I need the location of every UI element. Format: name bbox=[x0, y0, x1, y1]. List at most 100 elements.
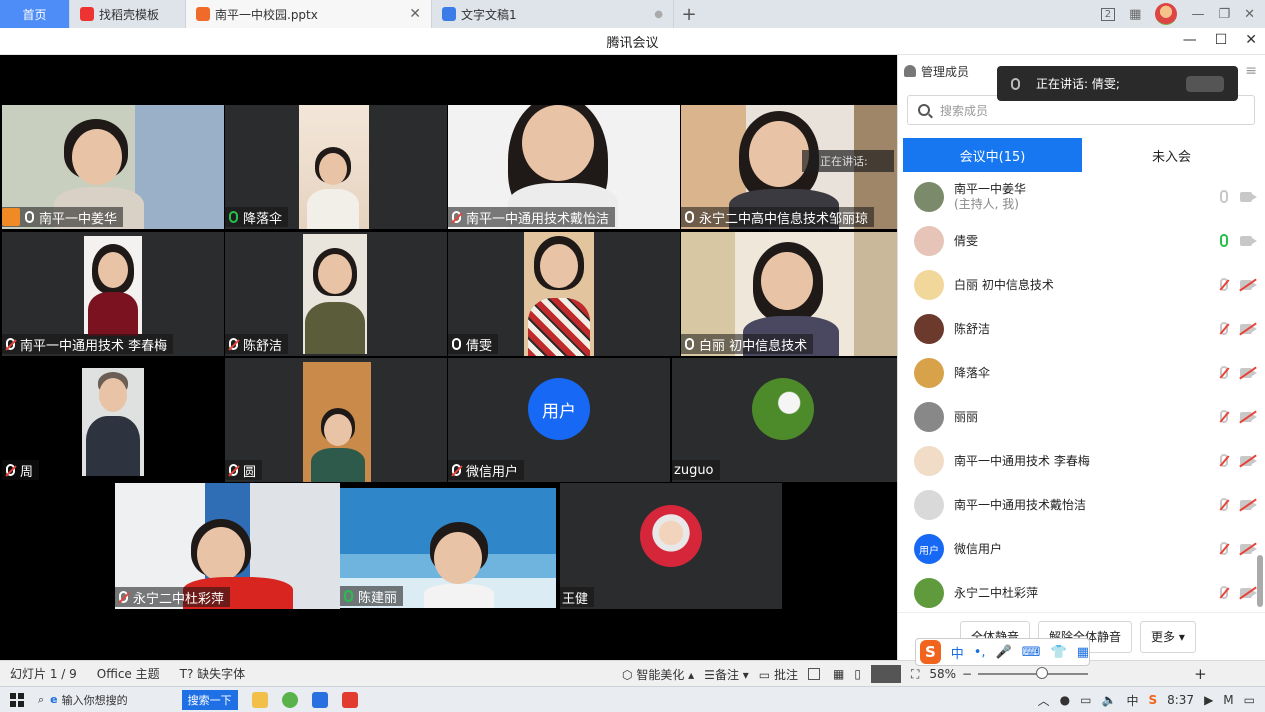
camera-icon[interactable] bbox=[1240, 368, 1257, 378]
member-row[interactable]: 南平一中姜华 (主持人, 我) bbox=[898, 175, 1265, 219]
video-tile[interactable]: 陈舒洁 bbox=[225, 232, 447, 356]
video-tile[interactable]: 用户 微信用户 bbox=[448, 358, 670, 482]
ime-mode[interactable]: 中 bbox=[951, 643, 964, 662]
mic-icon[interactable] bbox=[1220, 366, 1228, 379]
battery-icon[interactable]: ▭ bbox=[1080, 693, 1091, 707]
windows-start-icon[interactable] bbox=[10, 692, 24, 707]
mic-icon[interactable] bbox=[1220, 322, 1228, 335]
tab-in-meeting[interactable]: 会议中(15) bbox=[903, 138, 1082, 172]
video-tile[interactable]: 南平一中姜华 bbox=[2, 105, 224, 229]
notification-icon[interactable]: ▭ bbox=[1244, 693, 1255, 707]
camera-icon[interactable] bbox=[1240, 588, 1257, 598]
tray-app-icon[interactable]: ● bbox=[1060, 693, 1070, 707]
camera-icon[interactable] bbox=[1240, 500, 1257, 510]
mic-icon[interactable] bbox=[1220, 410, 1228, 423]
zoom-out-button[interactable]: − bbox=[962, 667, 972, 681]
member-row[interactable]: 降落伞 bbox=[898, 351, 1265, 395]
zoom-level[interactable]: 58% bbox=[929, 667, 956, 681]
missing-font-button[interactable]: T? 缺失字体 bbox=[170, 665, 256, 682]
skin-icon[interactable]: 👕 bbox=[1051, 645, 1067, 660]
video-tile[interactable]: 南平一中通用技术戴怡洁 bbox=[448, 105, 680, 229]
maximize-icon[interactable]: ☐ bbox=[1215, 32, 1228, 48]
reading-view-icon[interactable]: ▯ bbox=[854, 667, 861, 681]
minimize-icon[interactable]: — bbox=[1191, 7, 1204, 22]
keyboard-icon[interactable]: ⌨ bbox=[1022, 645, 1041, 660]
theme-label[interactable]: Office 主题 bbox=[87, 665, 170, 682]
browser-icon[interactable] bbox=[281, 691, 298, 708]
mic-icon[interactable] bbox=[1220, 498, 1228, 511]
close-icon[interactable]: ✕ bbox=[1245, 32, 1257, 48]
punctuation-icon[interactable]: •, bbox=[974, 645, 986, 660]
app-icon[interactable]: M bbox=[1223, 693, 1233, 707]
tab-doc[interactable]: 文字文稿1 ● bbox=[432, 0, 674, 28]
video-tile[interactable]: 圆 bbox=[225, 358, 447, 482]
voice-icon[interactable]: 🎤 bbox=[996, 645, 1012, 660]
member-row[interactable]: 南平一中通用技术 李春梅 bbox=[898, 439, 1265, 483]
new-tab-button[interactable]: + bbox=[674, 0, 704, 28]
layout-icon[interactable]: 22 bbox=[1100, 7, 1116, 21]
search-icon[interactable]: ⌕ bbox=[38, 693, 44, 707]
meeting-app-icon[interactable] bbox=[311, 691, 328, 708]
taskbar-search-input[interactable]: e 输入你想搜的 bbox=[50, 692, 127, 708]
video-tile[interactable]: 陈建丽 bbox=[340, 488, 556, 608]
member-row[interactable]: 丽丽 bbox=[898, 395, 1265, 439]
avatar[interactable] bbox=[1155, 3, 1178, 25]
camera-icon[interactable] bbox=[1240, 456, 1257, 466]
tab-home[interactable]: 首页 bbox=[0, 0, 70, 28]
scrollbar[interactable] bbox=[1257, 555, 1263, 607]
mic-icon[interactable] bbox=[1220, 542, 1228, 555]
toolbox-icon[interactable]: ▦ bbox=[1077, 645, 1089, 660]
zoom-in-button[interactable]: + bbox=[1194, 665, 1207, 683]
camera-icon[interactable] bbox=[1240, 324, 1257, 334]
member-row[interactable]: 永宁二中杜彩萍 bbox=[898, 571, 1265, 615]
more-button[interactable]: 更多 ▾ bbox=[1140, 620, 1196, 653]
mic-icon[interactable] bbox=[1220, 190, 1228, 203]
mic-icon[interactable] bbox=[1220, 454, 1228, 467]
mic-icon[interactable] bbox=[1220, 234, 1228, 247]
tab-template[interactable]: 找稻壳模板 bbox=[70, 0, 186, 28]
volume-icon[interactable]: 🔈 bbox=[1101, 693, 1116, 707]
mic-icon[interactable] bbox=[1220, 586, 1228, 599]
fit-icon[interactable]: ⛶ bbox=[911, 667, 919, 682]
tab-not-joined[interactable]: 未入会 bbox=[1082, 138, 1261, 172]
member-row[interactable]: 用户 微信用户 bbox=[898, 527, 1265, 571]
wps-icon[interactable] bbox=[341, 691, 358, 708]
chevron-up-icon[interactable]: ︿ bbox=[1038, 692, 1050, 709]
video-tile[interactable]: 倩雯 bbox=[448, 232, 680, 356]
zoom-knob[interactable] bbox=[1035, 667, 1048, 679]
sogou-logo[interactable]: S bbox=[920, 640, 941, 664]
camera-icon[interactable] bbox=[1240, 544, 1257, 554]
notes-button[interactable]: ☰备注 ▾ bbox=[704, 666, 749, 683]
media-icon[interactable]: ▶ bbox=[1204, 693, 1213, 707]
video-tile[interactable]: 永宁二中杜彩萍 bbox=[115, 483, 340, 609]
beautify-button[interactable]: ⬡ 智能美化 ▴ bbox=[622, 666, 694, 683]
member-row[interactable]: 倩雯 bbox=[898, 219, 1265, 263]
close-icon[interactable]: ✕ bbox=[409, 6, 421, 22]
mic-icon[interactable] bbox=[1220, 278, 1228, 291]
member-row[interactable]: 南平一中通用技术戴怡洁 bbox=[898, 483, 1265, 527]
play-button[interactable] bbox=[870, 665, 901, 683]
camera-icon[interactable] bbox=[1240, 236, 1257, 246]
minimize-icon[interactable]: — bbox=[1183, 32, 1197, 48]
file-explorer-icon[interactable] bbox=[251, 691, 268, 708]
camera-icon[interactable] bbox=[1240, 280, 1257, 290]
video-tile[interactable]: zuguo bbox=[672, 358, 897, 482]
ime-indicator[interactable]: 中 bbox=[1126, 692, 1138, 709]
video-tile[interactable]: 周 bbox=[2, 358, 221, 482]
close-icon[interactable]: ✕ bbox=[1244, 7, 1255, 22]
menu-icon[interactable]: ≡ bbox=[1245, 63, 1257, 79]
clock[interactable]: 8:37 bbox=[1167, 693, 1194, 707]
zoom-slider[interactable] bbox=[978, 667, 1089, 679]
video-tile[interactable]: 白丽 初中信息技术 bbox=[681, 232, 897, 356]
video-tile[interactable]: 降落伞 bbox=[225, 105, 447, 229]
member-row[interactable]: 白丽 初中信息技术 bbox=[898, 263, 1265, 307]
sogou-tray-icon[interactable]: S bbox=[1148, 693, 1157, 707]
member-row[interactable]: 陈舒洁 bbox=[898, 307, 1265, 351]
tab-ppt[interactable]: 南平一中校园.pptx ✕ bbox=[186, 0, 432, 28]
grid-icon[interactable]: ▦ bbox=[1129, 7, 1141, 22]
video-tile[interactable]: 王健 bbox=[560, 483, 782, 609]
camera-icon[interactable] bbox=[1240, 192, 1257, 202]
restore-icon[interactable]: ❐ bbox=[1218, 7, 1230, 22]
video-tile[interactable]: 南平一中通用技术 李春梅 bbox=[2, 232, 224, 356]
normal-view-icon[interactable] bbox=[807, 668, 820, 680]
